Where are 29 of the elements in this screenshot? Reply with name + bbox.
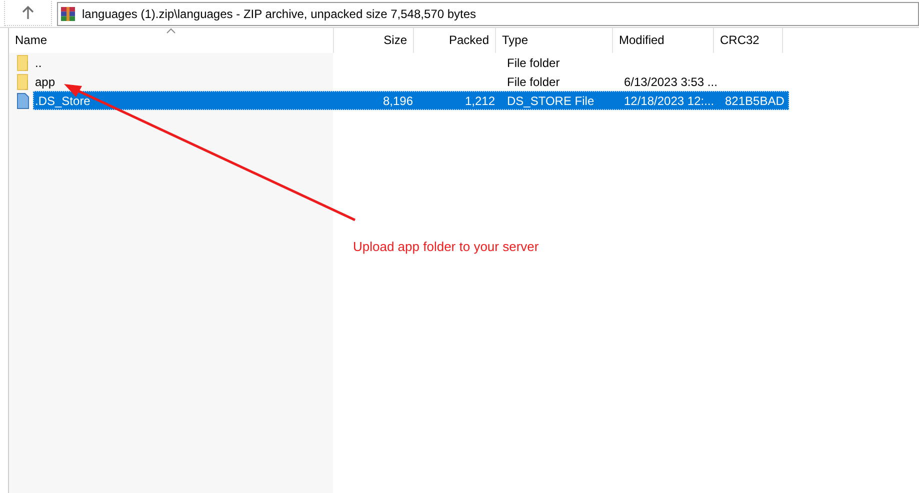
table-cell: 8,196 bbox=[382, 94, 413, 108]
column-header[interactable]: Packed bbox=[414, 28, 496, 53]
file-icon bbox=[17, 92, 29, 108]
folder-icon bbox=[17, 74, 29, 90]
table-cell: .. bbox=[35, 56, 42, 70]
sort-caret-icon bbox=[166, 28, 176, 34]
table-row[interactable]: app File folder 6/13/2023 3:53 ... bbox=[33, 72, 789, 91]
table-cell: 6/13/2023 3:53 ... bbox=[624, 74, 718, 88]
archive-icon bbox=[60, 6, 76, 22]
table-cell: File folder bbox=[507, 74, 560, 88]
column-header[interactable]: Name bbox=[9, 28, 334, 53]
annotation-text: Upload app folder to your server bbox=[353, 239, 539, 254]
table-cell: 821B5BAD bbox=[725, 94, 784, 108]
table-cell: File folder bbox=[507, 56, 560, 70]
column-header[interactable]: Size bbox=[334, 28, 414, 53]
table-cell: app bbox=[35, 74, 56, 88]
table-cell: 12/18/2023 12:... bbox=[624, 94, 714, 108]
column-header[interactable]: Modified bbox=[613, 28, 714, 53]
column-header[interactable]: CRC32 bbox=[714, 28, 783, 53]
table-row[interactable]: .DS_Store 8,196 1,212 DS_STORE File 12/18/2023 12:... 821B5BAD bbox=[33, 91, 789, 110]
table-cell: 1,212 bbox=[464, 94, 495, 108]
table-row[interactable]: .. File folder bbox=[33, 53, 789, 72]
table-cell: .DS_Store bbox=[35, 94, 90, 108]
folder-icon bbox=[17, 54, 29, 70]
up-button[interactable] bbox=[4, 1, 52, 26]
up-arrow-icon bbox=[21, 6, 35, 20]
column-header[interactable]: Type bbox=[496, 28, 613, 53]
table-cell: DS_STORE File bbox=[507, 94, 594, 108]
address-field[interactable]: languages (1).zip\languages - ZIP archive, unpacked size 7,548,570 bytes bbox=[57, 2, 919, 26]
